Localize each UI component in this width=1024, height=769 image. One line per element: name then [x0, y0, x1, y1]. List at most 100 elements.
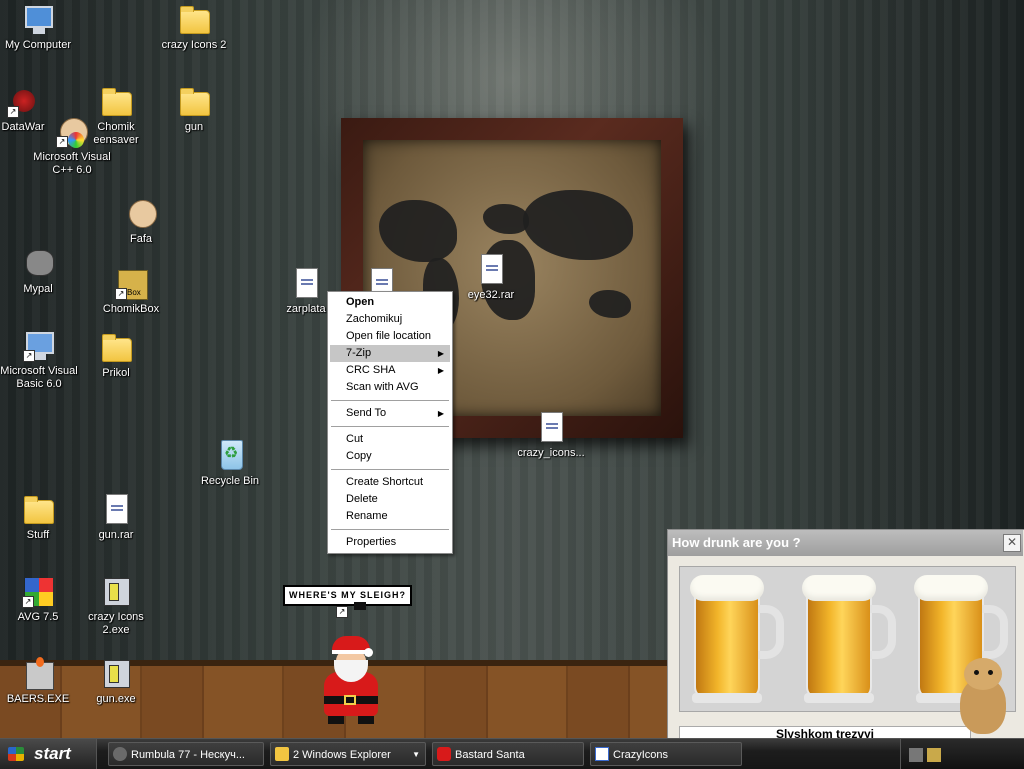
desktop-icon-stuff[interactable]: Stuff	[0, 494, 78, 542]
start-button[interactable]: start	[0, 739, 97, 769]
submenu-arrow-icon: ▶	[437, 409, 444, 418]
rar-file-icon	[535, 412, 567, 444]
desktop-icon-gun-exe[interactable]: gun.exe	[76, 658, 156, 706]
chomikbox-icon: ↗ Box	[115, 268, 148, 300]
menu-separator	[331, 529, 449, 530]
mini-sleigh-icon	[354, 602, 366, 610]
icon-label: AVG 7.5	[17, 611, 59, 623]
desktop-icon-ms-visual-basic[interactable]: ↗ Microsoft Visual Basic 6.0	[0, 330, 80, 391]
menu-item-rename[interactable]: Rename	[330, 508, 450, 525]
menu-item-crc-sha[interactable]: CRC SHA ▶	[330, 362, 450, 379]
desktop-icon-crazy-icons-2-exe[interactable]: crazy Icons 2.exe	[76, 576, 156, 637]
close-icon[interactable]: ✕	[1003, 534, 1021, 552]
desktop-icon-ms-visual-cpp[interactable]: ↗ Microsoft Visual C++ 6.0	[30, 116, 114, 177]
taskbar: start Rumbula 77 - Нескуч... 2 Windows E…	[0, 738, 1024, 769]
task-label: CrazyIcons	[613, 749, 669, 761]
start-label: start	[34, 744, 71, 763]
baers-icon	[22, 657, 54, 690]
menu-item-zachomikuj[interactable]: Zachomikuj	[330, 311, 450, 328]
desktop-icon-gun[interactable]: gun	[154, 86, 234, 134]
menu-item-scan-with-avg[interactable]: Scan with AVG	[330, 379, 450, 396]
icon-label: crazy Icons 2	[161, 39, 227, 51]
winamp-icon	[113, 747, 127, 761]
hamster-sprite[interactable]	[952, 656, 1016, 738]
icon-label-line-1: crazy Icons	[88, 611, 144, 623]
desktop-icon-fafa[interactable]: Fafa	[101, 198, 181, 246]
icon-label: Prikol	[102, 367, 130, 379]
icon-label-line-2: Basic 6.0	[16, 378, 62, 390]
window-icon	[595, 747, 609, 761]
desktop-icon-my-computer[interactable]: My Computer	[0, 4, 78, 52]
drunk-result-text: Slyshkom trezvyi	[679, 726, 971, 738]
folder-icon	[275, 747, 289, 761]
icon-label: My Computer	[4, 39, 72, 51]
desktop-icon-baers[interactable]: BAERS.EXE	[0, 657, 78, 706]
menu-item-label: Zachomikuj	[346, 313, 403, 325]
shortcut-arrow-icon: ↗	[336, 606, 348, 618]
santa-sprite[interactable]	[318, 636, 384, 726]
folder-icon	[100, 332, 132, 364]
desktop[interactable]: My Computer crazy Icons 2 ↗ DataWar Chom…	[0, 0, 1024, 738]
icon-label-line-2: 2.exe	[102, 624, 130, 636]
map-continent-australia	[589, 290, 631, 318]
desktop-icon-avg[interactable]: ↗ AVG 7.5	[0, 576, 78, 624]
map-continent-north-america	[379, 200, 457, 262]
menu-item-label: Create Shortcut	[346, 476, 424, 488]
menu-item-label: 7-Zip	[346, 347, 372, 359]
menu-item-properties[interactable]: Properties	[330, 534, 450, 551]
menu-item-7zip[interactable]: 7-Zip ▶	[330, 345, 450, 362]
icon-label: Recycle Bin	[200, 475, 260, 487]
icon-label: gun.exe	[96, 693, 136, 705]
menu-item-send-to[interactable]: Send To ▶	[330, 405, 450, 422]
task-label: Rumbula 77 - Нескуч...	[131, 749, 245, 761]
submenu-arrow-icon: ▶	[437, 349, 444, 358]
menu-item-open-file-location[interactable]: Open file location	[330, 328, 450, 345]
icon-label-line-1: Microsoft Visual	[0, 365, 78, 377]
menu-item-copy[interactable]: Copy	[330, 448, 450, 465]
chomikbox-badge: Box	[127, 288, 141, 297]
avg-icon: ↗	[22, 576, 54, 608]
icon-label: BAERS.EXE	[6, 693, 70, 705]
icon-label: ChomikBox	[102, 303, 160, 315]
rar-file-icon	[100, 494, 132, 526]
beer-mug-icon[interactable]	[688, 575, 796, 705]
map-continent-asia	[523, 190, 633, 260]
desktop-icon-mypal[interactable]: Mypal	[0, 248, 78, 296]
taskbar-button-crazyicons[interactable]: CrazyIcons	[590, 742, 742, 766]
recycle-bin-icon	[214, 440, 246, 472]
context-menu: Open Zachomikuj Open file location 7-Zip…	[327, 291, 453, 554]
taskbar-button-bastard-santa[interactable]: Bastard Santa	[432, 742, 584, 766]
hamster-tray-icon[interactable]	[927, 748, 941, 762]
menu-separator	[331, 400, 449, 401]
desktop-icon-recycle-bin[interactable]: Recycle Bin	[190, 440, 270, 488]
folder-icon	[22, 494, 54, 526]
taskbar-button-rumbula[interactable]: Rumbula 77 - Нескуч...	[108, 742, 264, 766]
menu-item-open[interactable]: Open	[330, 294, 450, 311]
desktop-icon-crazy-icons-2[interactable]: crazy Icons 2	[154, 4, 234, 52]
maneki-neko-icon: ↗	[56, 116, 88, 148]
menu-separator	[331, 426, 449, 427]
icon-label: Stuff	[26, 529, 50, 541]
folder-icon	[178, 86, 210, 118]
network-icon[interactable]	[909, 748, 923, 762]
computer-icon	[22, 4, 54, 36]
menu-item-delete[interactable]: Delete	[330, 491, 450, 508]
desktop-icon-gun-rar[interactable]: gun.rar	[76, 494, 156, 542]
desktop-icon-eye32[interactable]: eye32.rar	[451, 254, 531, 302]
desktop-icon-crazy-icons-rar[interactable]: crazy_icons...	[511, 412, 591, 460]
exe-icon	[100, 576, 132, 608]
menu-item-label: Open	[346, 296, 375, 308]
window-titlebar[interactable]: How drunk are you ?	[668, 530, 1023, 556]
menu-item-create-shortcut[interactable]: Create Shortcut	[330, 474, 450, 491]
folder-icon	[178, 4, 210, 36]
beer-mug-icon[interactable]	[800, 575, 908, 705]
menu-item-cut[interactable]: Cut	[330, 431, 450, 448]
window-title: How drunk are you ?	[672, 535, 801, 550]
desktop-icon-prikol[interactable]: Prikol	[76, 332, 156, 380]
icon-label: gun.rar	[98, 529, 134, 541]
icon-label-line-1: Microsoft Visual	[33, 151, 111, 163]
datawar-icon: ↗	[7, 86, 39, 118]
taskbar-button-windows-explorer[interactable]: 2 Windows Explorer ▼	[270, 742, 426, 766]
desktop-icon-chomikbox[interactable]: ↗ Box ChomikBox	[91, 268, 171, 316]
chevron-down-icon: ▼	[412, 750, 420, 759]
